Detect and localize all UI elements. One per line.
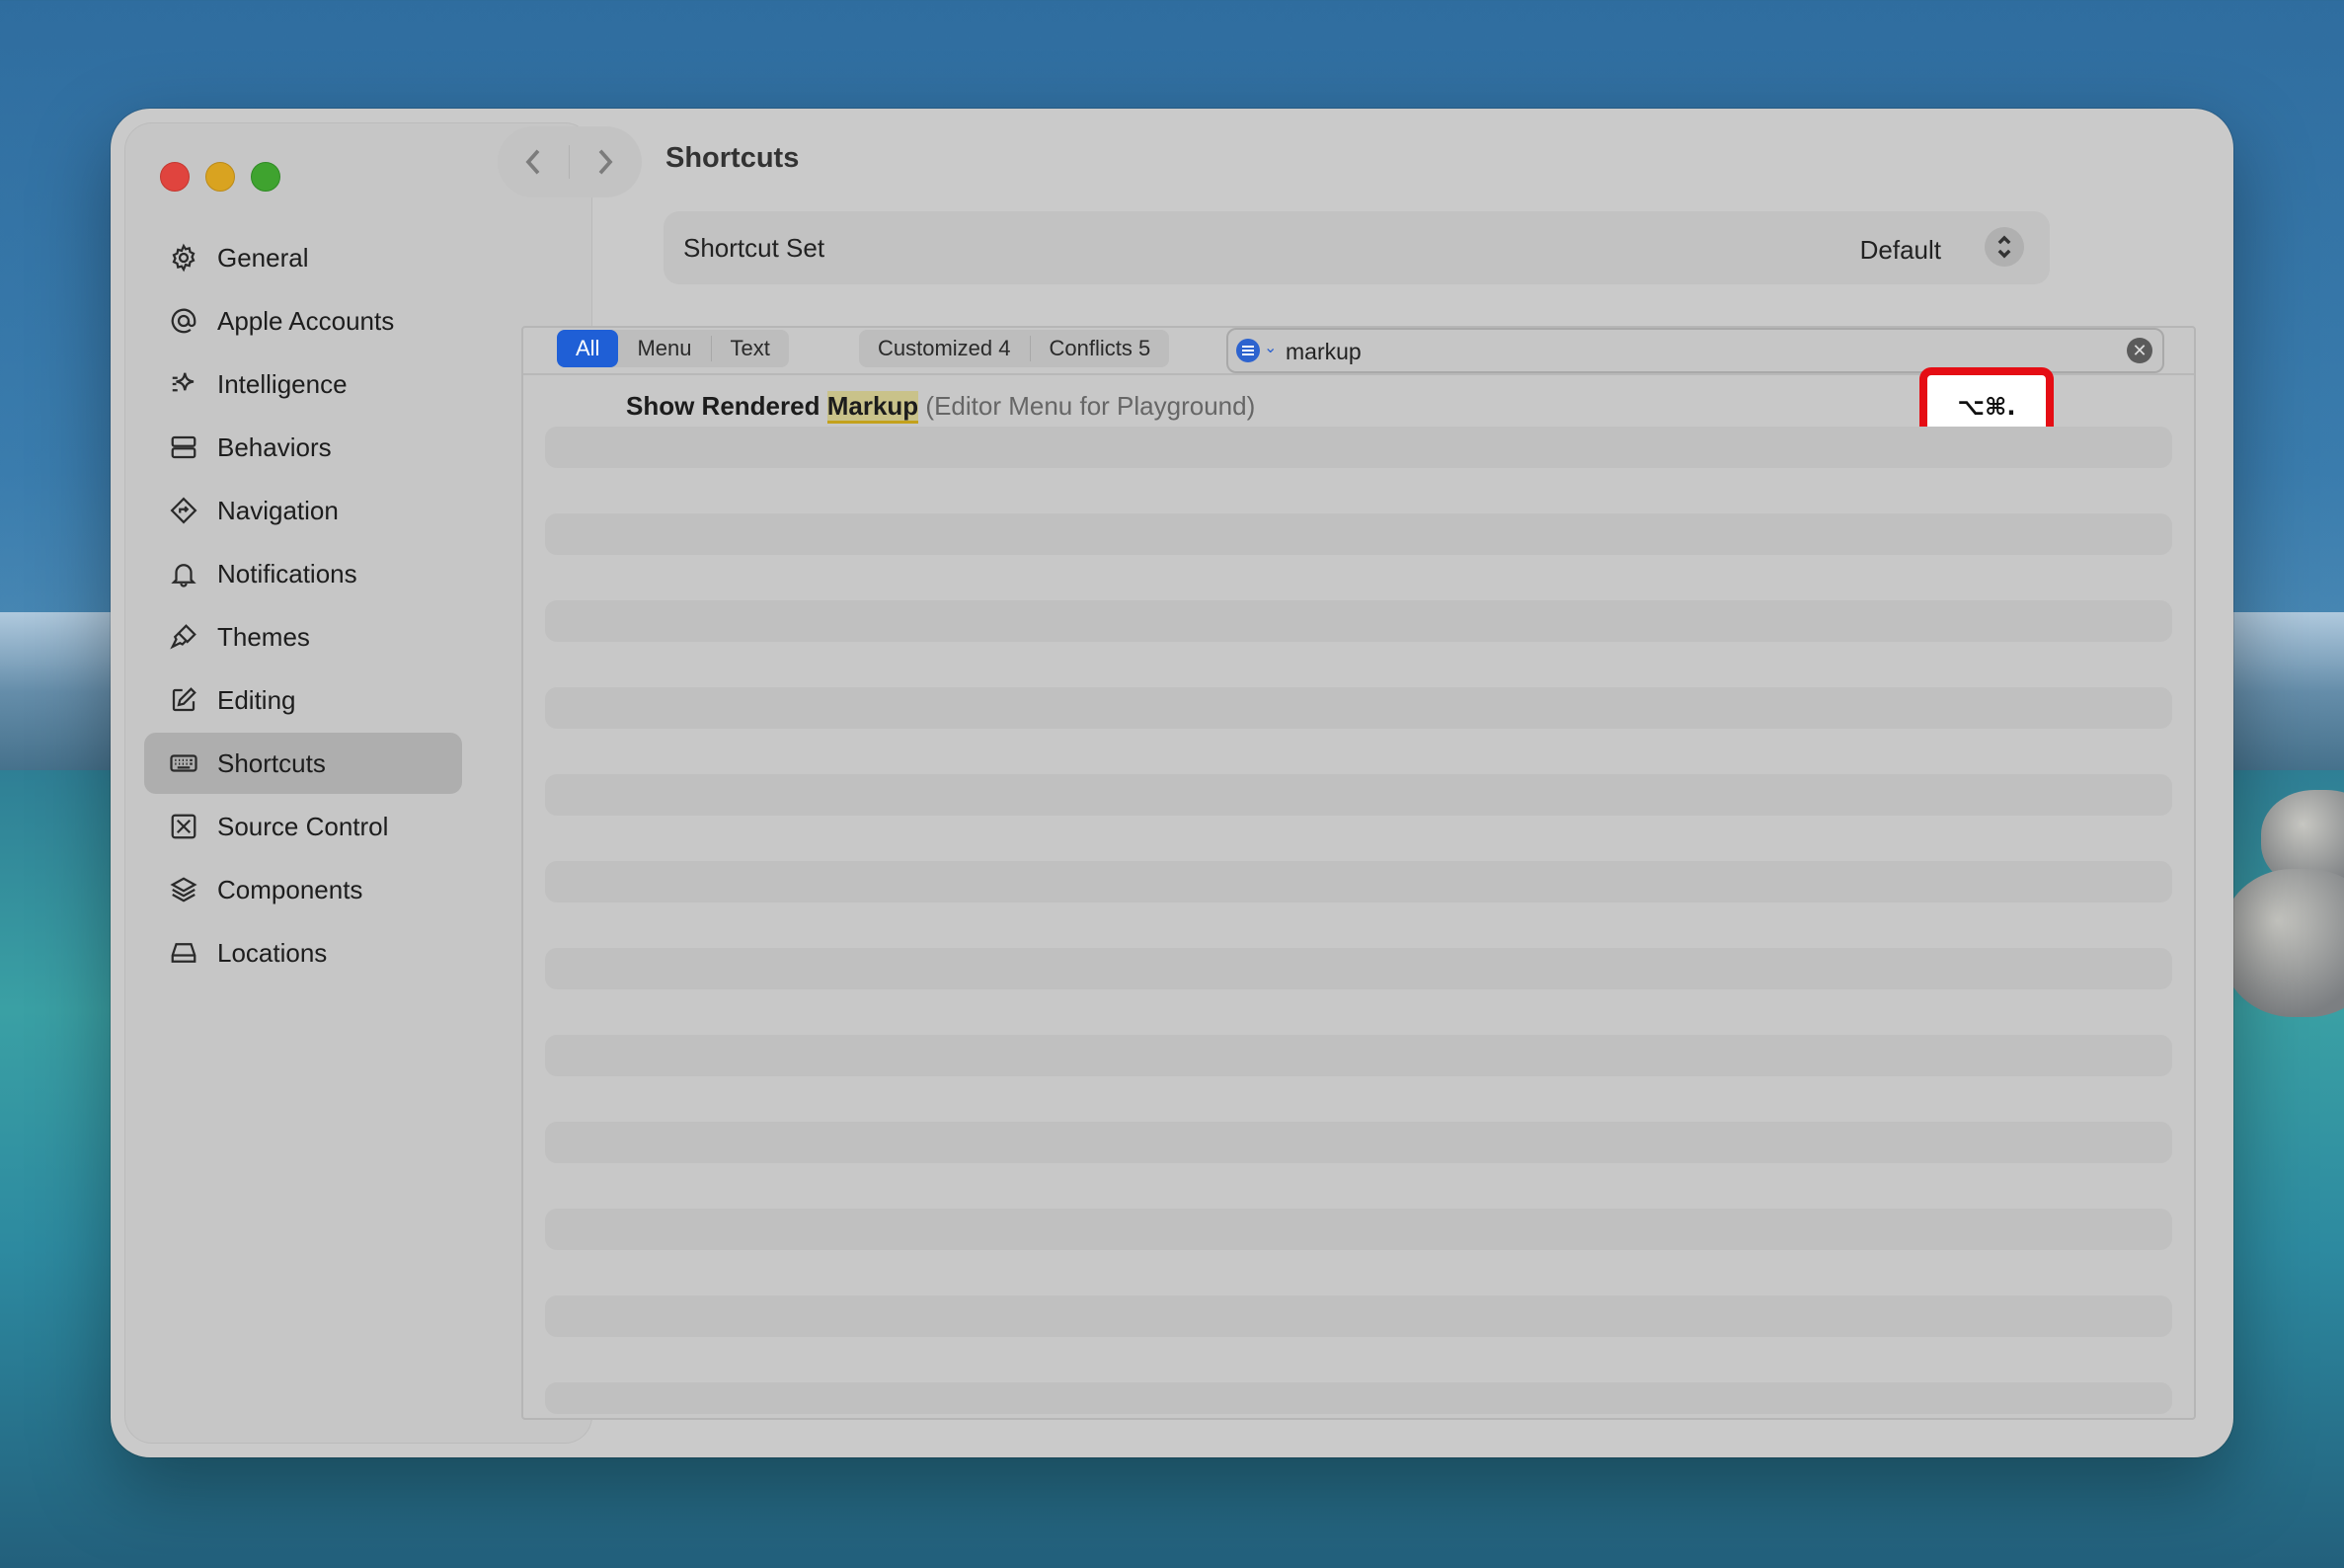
- sidebar-item-components[interactable]: Components: [144, 859, 462, 920]
- settings-window: General Apple Accounts Intelligence Beha…: [111, 109, 2233, 1457]
- shortcut-set-popup-button[interactable]: [1985, 227, 2024, 267]
- sidebar-item-label: General: [217, 242, 309, 273]
- empty-row-stripe: [545, 600, 2172, 642]
- sidebar-item-label: Behaviors: [217, 431, 332, 462]
- sidebar-item-label: Themes: [217, 621, 310, 652]
- chevron-right-icon: [598, 149, 613, 175]
- filter-options-icon[interactable]: [1236, 339, 1260, 362]
- filter-all-button[interactable]: All: [557, 330, 619, 367]
- sidebar-item-label: Locations: [217, 937, 328, 968]
- status-segmented-control: Customized 4 Conflicts 5: [859, 330, 1170, 367]
- chevron-left-icon: [525, 149, 540, 175]
- forward-button[interactable]: [570, 126, 641, 197]
- sidebar-item-editing[interactable]: Editing: [144, 669, 462, 731]
- sidebar-item-behaviors[interactable]: Behaviors: [144, 417, 462, 478]
- sidebar-item-apple-accounts[interactable]: Apple Accounts: [144, 290, 462, 352]
- navigation-icon: [168, 495, 199, 526]
- sidebar-item-label: Intelligence: [217, 368, 348, 399]
- sidebar-item-label: Notifications: [217, 558, 357, 588]
- sidebar-nav: General Apple Accounts Intelligence Beha…: [144, 227, 462, 985]
- sidebar-item-shortcuts[interactable]: Shortcuts: [144, 733, 462, 794]
- command-context: (Editor Menu for Playground): [925, 391, 1256, 421]
- search-match-highlight: Markup: [826, 391, 919, 424]
- edit-icon: [168, 684, 199, 716]
- filter-menu-button[interactable]: Menu: [618, 330, 710, 367]
- search-input[interactable]: markup: [1286, 339, 1362, 365]
- keyboard-icon: [168, 747, 199, 779]
- background-rock: [2222, 869, 2344, 1017]
- chevron-down-icon[interactable]: ⌄: [1264, 338, 1277, 357]
- sidebar-item-label: Shortcuts: [217, 747, 326, 778]
- filter-text-button[interactable]: Text: [712, 330, 789, 367]
- paintbrush-icon: [168, 621, 199, 653]
- shortcut-row[interactable]: Show Rendered Markup (Editor Menu for Pl…: [626, 391, 1256, 424]
- at-icon: [168, 305, 199, 337]
- sidebar-item-general[interactable]: General: [144, 227, 462, 288]
- page-title: Shortcuts: [665, 142, 800, 174]
- empty-row-stripe: [545, 1382, 2172, 1414]
- sidebar-item-label: Navigation: [217, 495, 339, 525]
- up-down-chevron-icon: [1997, 235, 2011, 259]
- gear-icon: [168, 242, 199, 274]
- sidebar-item-notifications[interactable]: Notifications: [144, 543, 462, 604]
- command-title-prefix: Show Rendered: [626, 391, 827, 421]
- empty-row-stripe: [545, 948, 2172, 989]
- empty-row-stripe: [545, 513, 2172, 555]
- empty-row-stripe: [545, 1295, 2172, 1337]
- source-control-icon: [168, 811, 199, 842]
- empty-row-stripe: [545, 861, 2172, 902]
- behaviors-icon: [168, 431, 199, 463]
- empty-row-stripe: [545, 1122, 2172, 1163]
- history-navigation: [498, 126, 642, 197]
- bell-icon: [168, 558, 199, 589]
- scope-segmented-control: All Menu Text: [557, 330, 789, 367]
- empty-row-stripe: [545, 774, 2172, 816]
- sidebar-item-label: Editing: [217, 684, 296, 715]
- sidebar-item-navigation[interactable]: Navigation: [144, 480, 462, 541]
- layers-icon: [168, 874, 199, 905]
- close-window-button[interactable]: [160, 162, 190, 192]
- drive-icon: [168, 937, 199, 969]
- sidebar-item-label: Source Control: [217, 811, 389, 841]
- back-button[interactable]: [498, 126, 569, 197]
- filter-customized-button[interactable]: Customized 4: [859, 330, 1030, 367]
- shortcuts-list-panel: All Menu Text Customized 4 Conflicts 5 ⌄…: [521, 326, 2196, 1420]
- sparkle-icon: [168, 368, 199, 400]
- empty-row-stripe: [545, 427, 2172, 468]
- zoom-window-button[interactable]: [251, 162, 280, 192]
- sidebar-item-source-control[interactable]: Source Control: [144, 796, 462, 857]
- sidebar-item-label: Components: [217, 874, 363, 904]
- empty-row-stripe: [545, 1209, 2172, 1250]
- shortcut-set-row: Shortcut Set Default: [664, 211, 2050, 284]
- empty-row-stripe: [545, 687, 2172, 729]
- sidebar-item-themes[interactable]: Themes: [144, 606, 462, 667]
- minimize-window-button[interactable]: [205, 162, 235, 192]
- shortcut-set-label: Shortcut Set: [683, 233, 825, 263]
- clear-search-icon[interactable]: ✕: [2127, 338, 2152, 363]
- sidebar-item-locations[interactable]: Locations: [144, 922, 462, 983]
- filter-conflicts-button[interactable]: Conflicts 5: [1031, 330, 1170, 367]
- sidebar-item-label: Apple Accounts: [217, 305, 395, 336]
- shortcut-set-value[interactable]: Default: [1860, 235, 1941, 266]
- empty-row-stripe: [545, 1035, 2172, 1076]
- sidebar-item-intelligence[interactable]: Intelligence: [144, 353, 462, 415]
